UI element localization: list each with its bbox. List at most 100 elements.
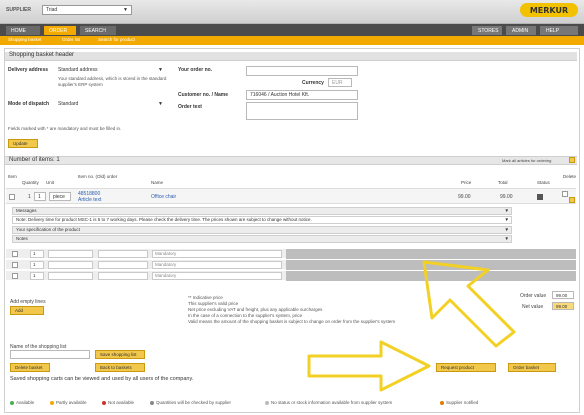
row-name-link[interactable]: Office chair xyxy=(151,194,176,200)
top-bar: SUPPLIER Triad ▼ MERKUR xyxy=(0,0,584,24)
status-dot-icon xyxy=(440,400,444,405)
blank-row-name[interactable]: Mandatory xyxy=(152,272,282,280)
add-lines-button[interactable]: Add xyxy=(10,306,44,315)
blank-row-checkbox[interactable] xyxy=(12,262,18,268)
nav-admin[interactable]: Admin xyxy=(506,26,536,35)
items-count-title: Number of items: 1 xyxy=(5,156,577,165)
notes-row[interactable]: Notes ▼ xyxy=(12,235,512,243)
blank-row-checkbox[interactable] xyxy=(12,273,18,279)
nav-help[interactable]: Help xyxy=(540,26,578,35)
annotation-arrow-diagonal-icon xyxy=(422,260,516,348)
tab-home[interactable]: Home xyxy=(6,26,40,35)
delivery-address-value: Standard address xyxy=(58,67,98,73)
your-order-no-label: Your order no. xyxy=(178,67,213,73)
status-dot-icon xyxy=(150,400,154,405)
annotation-arrow-right-icon xyxy=(307,340,431,392)
column-item-no: Item no. (Old) order xyxy=(78,174,118,179)
column-unit: Unit xyxy=(46,180,55,185)
column-price: Price xyxy=(461,180,472,185)
update-button[interactable]: Update xyxy=(8,139,38,148)
column-item: Item xyxy=(8,174,17,179)
delivery-address-select[interactable]: Standard address ▼ xyxy=(58,67,163,73)
specification-label: Your specification of the product xyxy=(16,227,80,232)
row-delete-checkbox[interactable] xyxy=(562,191,568,197)
trash-icon[interactable] xyxy=(569,197,575,203)
blank-row-checkbox[interactable] xyxy=(12,251,18,257)
blank-row-item-no[interactable] xyxy=(98,272,148,280)
blank-row-qty[interactable]: 1 xyxy=(30,272,44,280)
row-item-no-sub[interactable]: Article text xyxy=(78,197,101,203)
legend-checked-by-supplier: Quantities will be checked by supplier xyxy=(150,400,231,405)
chevron-down-icon: ▼ xyxy=(158,101,163,107)
messages-row[interactable]: Messages ▼ xyxy=(12,207,512,215)
chevron-down-icon: ▼ xyxy=(158,67,163,73)
column-quantity: Quantity xyxy=(22,180,39,185)
row-quantity-input[interactable]: 1 xyxy=(34,192,46,201)
delivery-address-label: Delivery address xyxy=(8,67,49,73)
blank-row-qty[interactable]: 1 xyxy=(30,261,44,269)
blank-row-unit[interactable] xyxy=(48,250,93,258)
row-checkbox[interactable] xyxy=(9,194,15,200)
mark-all-icon[interactable] xyxy=(569,157,575,163)
chevron-down-icon: ▼ xyxy=(123,7,128,13)
blank-row-item-no[interactable] xyxy=(98,261,148,269)
save-list-name-input[interactable] xyxy=(10,350,90,359)
back-to-baskets-button[interactable]: Back to baskets xyxy=(95,363,145,372)
legend-label: No status or stock information available… xyxy=(271,400,393,405)
status-dot-icon xyxy=(10,400,14,405)
order-value-label: Order value xyxy=(520,293,547,299)
legend-not-available: Not available xyxy=(102,400,134,405)
blank-row-unit[interactable] xyxy=(48,261,93,269)
customer-no-select[interactable]: 716046 / Auction Hotel Kft. xyxy=(246,90,358,100)
legend-no-status: No status or stock information available… xyxy=(265,400,392,405)
delivery-message-text: Note: Delivery time for product MSC-1 is… xyxy=(16,217,312,222)
order-value: 99.00 xyxy=(552,291,574,299)
add-lines-label: Add empty lines xyxy=(10,299,46,305)
tab-order[interactable]: Order xyxy=(44,26,76,35)
currency-field: EUR xyxy=(328,78,352,87)
table-row: 1 1 piece 48518800 Article text Office c… xyxy=(6,188,576,204)
row-unit-select[interactable]: piece xyxy=(49,192,71,201)
blank-row-qty[interactable]: 1 xyxy=(30,250,44,258)
supplier-label: SUPPLIER xyxy=(6,7,32,13)
blank-row-item-no[interactable] xyxy=(98,250,148,258)
subnav-item-basket[interactable]: Shopping basket xyxy=(8,37,42,42)
column-status: Status xyxy=(537,180,550,185)
order-text-input[interactable] xyxy=(246,102,358,120)
customer-no-value: 716046 / Auction Hotel Kft. xyxy=(250,92,310,98)
supplier-select-value: Triad xyxy=(46,7,58,13)
mode-of-dispatch-select[interactable]: Standard ▼ xyxy=(58,101,163,107)
row-price: 99.00 xyxy=(458,194,471,200)
delete-basket-button[interactable]: Delete basket xyxy=(10,363,50,372)
legend-label: Available xyxy=(16,400,35,405)
save-list-button[interactable]: Save shopping list xyxy=(95,350,145,359)
specification-row[interactable]: Your specification of the product ▼ xyxy=(12,226,512,234)
main-nav: Home Order Search Stores Admin Help xyxy=(0,24,584,36)
subnav-item-search[interactable]: Search for product xyxy=(98,37,135,42)
info-line: Valid means the amount of the shopping b… xyxy=(188,319,396,324)
row-item-number: 1 xyxy=(28,194,31,200)
price-info-note: ** Indicative price This supplier's vali… xyxy=(188,295,418,325)
delivery-note: Your standard address, which is stored i… xyxy=(58,76,167,87)
legend-available: Available xyxy=(10,400,34,405)
your-order-no-input[interactable] xyxy=(246,66,358,76)
supplier-select[interactable]: Triad ▼ xyxy=(42,5,132,15)
status-dot-icon xyxy=(265,400,269,405)
customer-no-label: Customer no. / Name xyxy=(178,92,229,98)
blank-row-name[interactable]: Mandatory xyxy=(152,250,282,258)
request-product-button[interactable]: Request product xyxy=(436,363,496,372)
chevron-down-icon: ▼ xyxy=(504,217,509,222)
mark-all-note: Mark all articles for ordering xyxy=(502,158,552,163)
row-total: 99.00 xyxy=(500,194,513,200)
column-total: Total xyxy=(498,180,508,185)
blank-row-unit[interactable] xyxy=(48,272,93,280)
subnav-item-order-list[interactable]: Order list xyxy=(62,37,80,42)
order-text-label: Order text xyxy=(178,104,202,110)
blank-row-name[interactable]: Mandatory xyxy=(152,261,282,269)
mode-of-dispatch-value: Standard xyxy=(58,101,79,107)
nav-stores[interactable]: Stores xyxy=(472,26,502,35)
chevron-down-icon: ▼ xyxy=(504,236,509,241)
order-basket-button[interactable]: Order basket xyxy=(508,363,556,372)
legend-label: Quantities will be checked by supplier xyxy=(156,400,232,405)
tab-search[interactable]: Search xyxy=(80,26,116,35)
